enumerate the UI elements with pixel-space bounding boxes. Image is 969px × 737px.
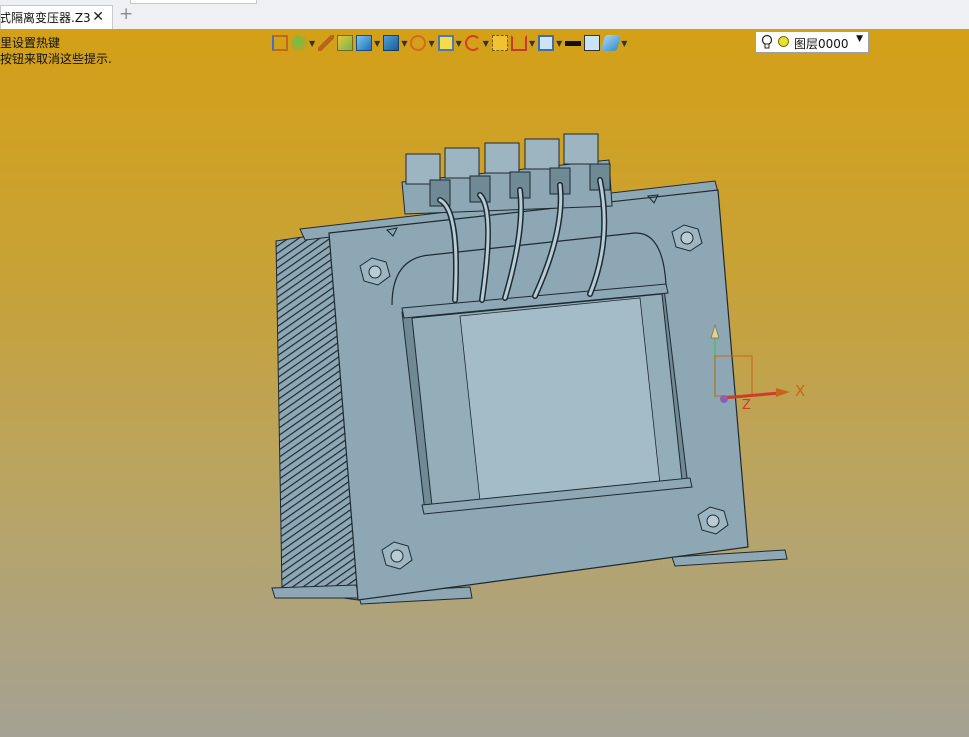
terminal-block xyxy=(401,133,613,215)
coil-face xyxy=(459,297,661,502)
axis-x-label: X xyxy=(795,382,805,400)
axis-z-label: Z xyxy=(742,398,751,413)
transformer-model[interactable]: X Z xyxy=(0,0,969,737)
